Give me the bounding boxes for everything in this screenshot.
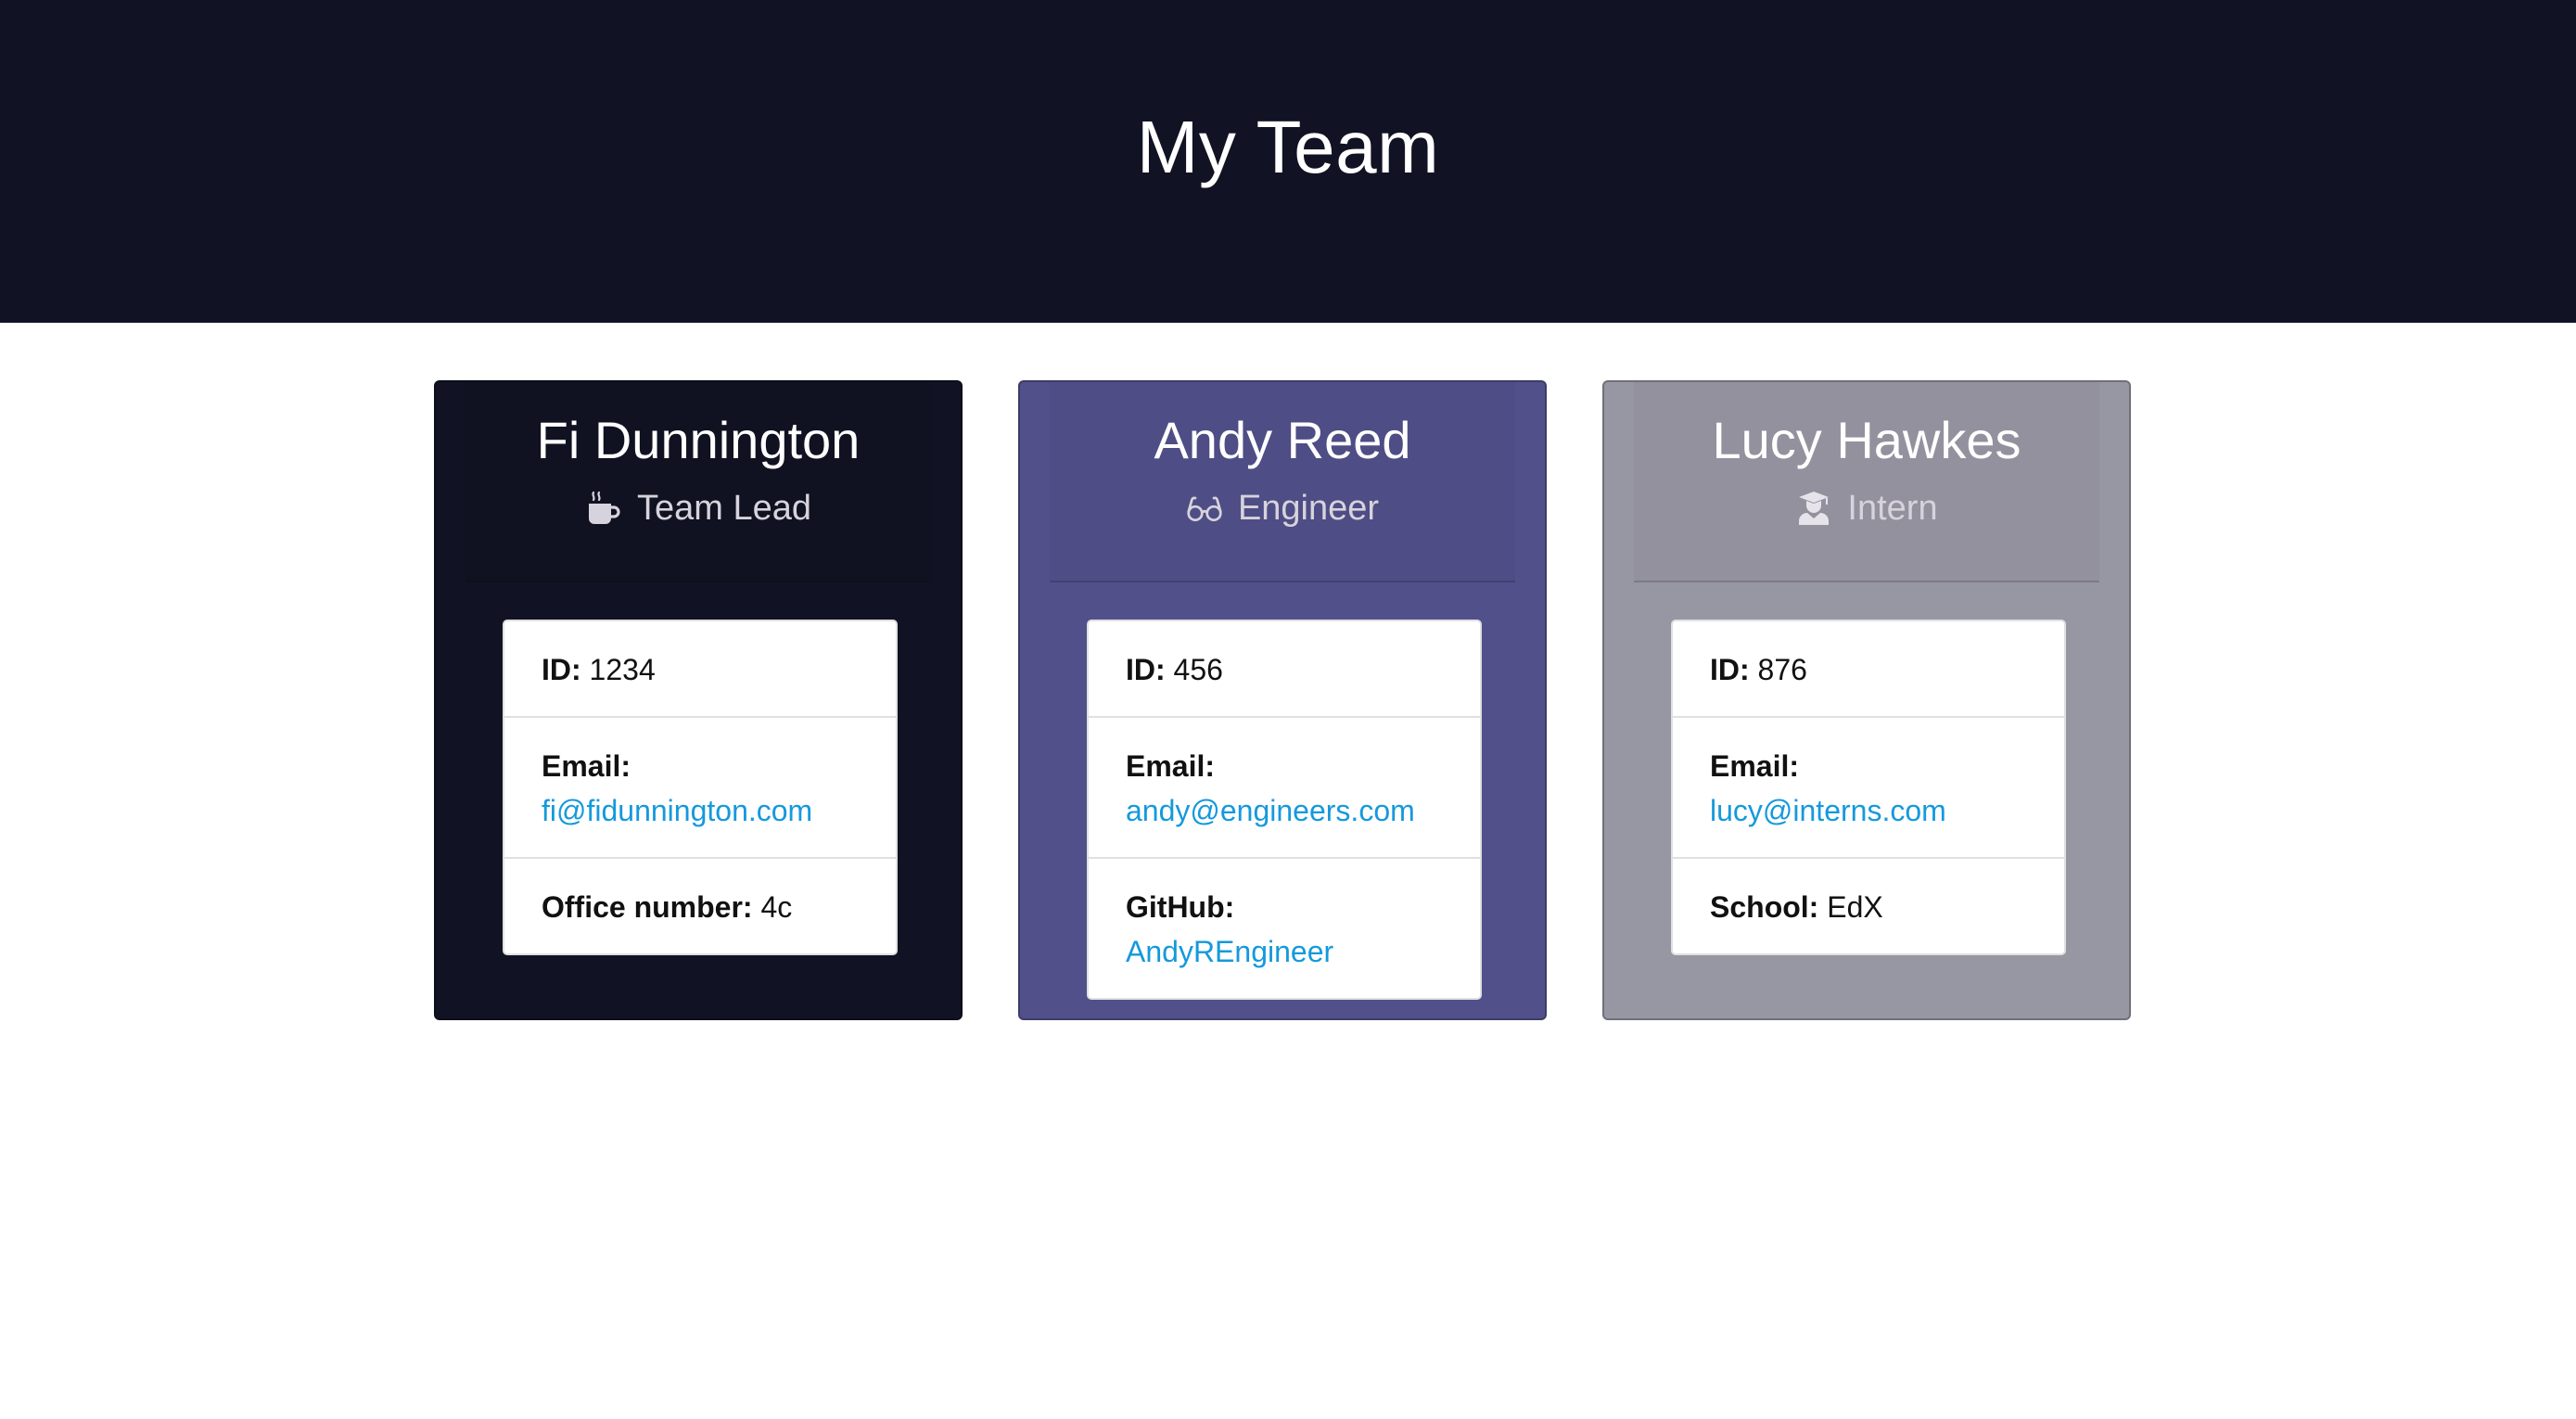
email-label: Email: — [542, 749, 631, 783]
employee-name: Andy Reed — [1154, 411, 1411, 469]
email-label: Email: — [1126, 749, 1216, 783]
coffee-mug-icon — [585, 490, 622, 527]
list-item-school: School: EdX — [1673, 859, 2064, 953]
list-item-email: Email: andy@engineers.com — [1089, 718, 1480, 859]
email-link[interactable]: fi@fidunnington.com — [542, 788, 859, 833]
office-number-value: 4c — [760, 890, 793, 924]
list-item-id: ID: 1234 — [504, 621, 896, 718]
role-label: Intern — [1847, 489, 1938, 528]
school-label: School: — [1710, 890, 1819, 924]
manager-card: Fi Dunnington Team Lead ID: 1234 Email: … — [434, 380, 963, 1020]
list-item-github: GitHub: AndyREngineer — [1089, 859, 1480, 998]
engineer-card: Andy Reed Engineer ID: 456 Email: andy@e… — [1018, 380, 1547, 1020]
role-label: Team Lead — [636, 489, 811, 528]
id-value: 456 — [1173, 653, 1223, 686]
employee-name: Fi Dunnington — [536, 411, 861, 469]
page-header: My Team — [0, 0, 2576, 323]
id-value: 876 — [1757, 653, 1807, 686]
page-title: My Team — [1136, 106, 1440, 188]
email-link[interactable]: lucy@interns.com — [1710, 788, 2027, 833]
card-header: Andy Reed Engineer — [1050, 382, 1515, 582]
school-value: EdX — [1827, 890, 1883, 924]
id-label: ID: — [1710, 653, 1750, 686]
employee-role: Engineer — [1050, 486, 1515, 531]
github-label: GitHub: — [1126, 890, 1235, 924]
graduate-icon — [1795, 490, 1832, 527]
list-item-office-number: Office number: 4c — [504, 859, 896, 953]
details-list: ID: 456 Email: andy@engineers.com GitHub… — [1087, 620, 1482, 1000]
list-item-id: ID: 876 — [1673, 621, 2064, 718]
id-value: 1234 — [589, 653, 656, 686]
card-header: Lucy Hawkes Intern — [1634, 382, 2099, 582]
role-label: Engineer — [1237, 489, 1380, 528]
team-cards: Fi Dunnington Team Lead ID: 1234 Email: … — [0, 380, 2576, 1020]
list-item-email: Email: fi@fidunnington.com — [504, 718, 896, 859]
glasses-icon — [1186, 490, 1223, 527]
list-item-id: ID: 456 — [1089, 621, 1480, 718]
office-number-label: Office number: — [542, 890, 753, 924]
list-item-email: Email: lucy@interns.com — [1673, 718, 2064, 859]
github-link[interactable]: AndyREngineer — [1126, 929, 1443, 974]
id-label: ID: — [542, 653, 581, 686]
employee-role: Team Lead — [465, 486, 931, 531]
card-header: Fi Dunnington Team Lead — [465, 382, 931, 582]
employee-name: Lucy Hawkes — [1712, 411, 2021, 469]
employee-role: Intern — [1634, 486, 2099, 531]
details-list: ID: 1234 Email: fi@fidunnington.com Offi… — [503, 620, 898, 955]
intern-card: Lucy Hawkes Intern ID: 876 Email: lucy@i… — [1602, 380, 2131, 1020]
email-label: Email: — [1710, 749, 1800, 783]
details-list: ID: 876 Email: lucy@interns.com School: … — [1671, 620, 2066, 955]
id-label: ID: — [1126, 653, 1166, 686]
email-link[interactable]: andy@engineers.com — [1126, 788, 1443, 833]
